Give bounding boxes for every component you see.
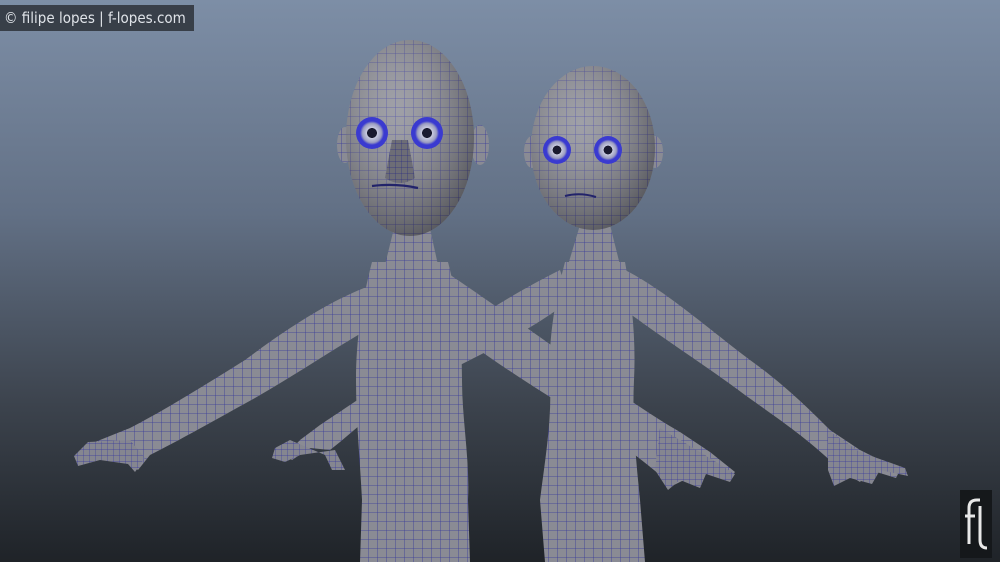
fl-logo bbox=[960, 490, 992, 558]
copyright-credit: © filipe lopes | f-lopes.com bbox=[0, 5, 194, 31]
viewport-render bbox=[74, 40, 908, 562]
fl-logo-icon bbox=[965, 498, 988, 550]
